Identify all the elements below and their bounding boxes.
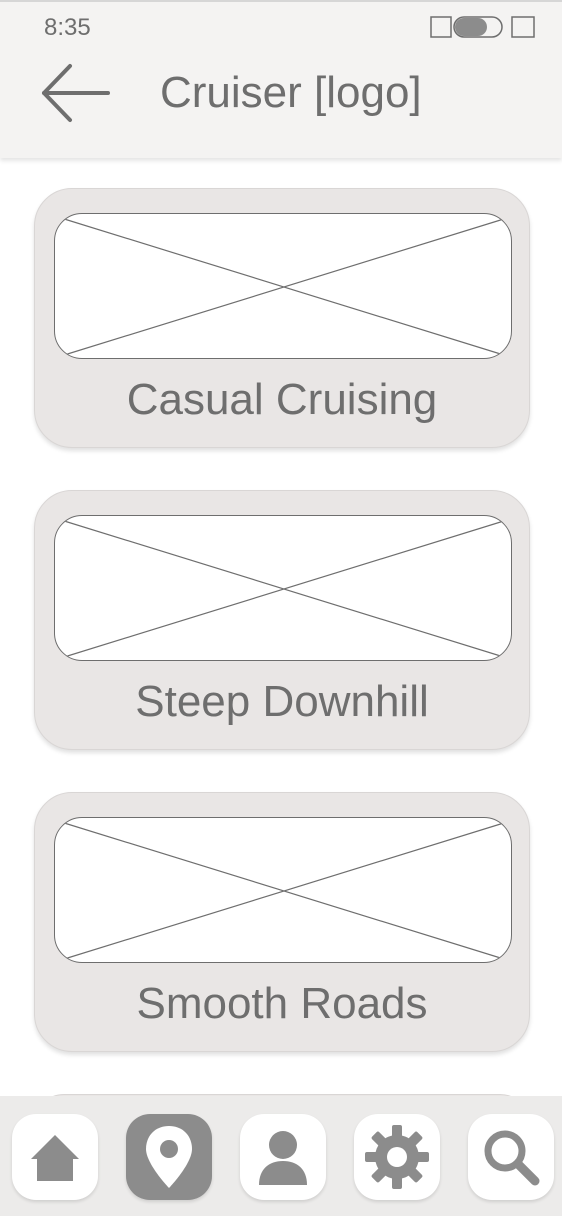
status-icons [430,16,536,38]
nav-home-button[interactable] [12,1114,98,1200]
bottom-nav [0,1096,562,1216]
card-label: Smooth Roads [136,979,428,1028]
image-placeholder [54,213,512,359]
status-time: 8:35 [44,14,91,41]
nav-settings-button[interactable] [354,1114,440,1200]
status-indicators-icon [430,16,535,38]
card-smooth-roads[interactable]: Smooth Roads [34,792,530,1052]
search-icon [484,1130,540,1186]
image-placeholder-icon [60,821,508,961]
app-title: Cruiser [logo] [160,68,422,117]
nav-map-button[interactable] [126,1114,212,1200]
top-app-bar: 8:35 Cruiser [logo] [0,0,562,158]
nav-profile-button[interactable] [240,1114,326,1200]
image-placeholder-icon [60,217,508,357]
image-placeholder [54,515,512,661]
settings-gear-icon [365,1125,429,1189]
home-icon [31,1135,79,1181]
card-casual-cruising[interactable]: Casual Cruising [34,188,530,448]
card-steep-downhill[interactable]: Steep Downhill [34,490,530,750]
profile-icon [259,1131,307,1185]
arrow-left-icon [42,64,110,122]
card-label: Steep Downhill [135,677,429,726]
ride-type-list[interactable]: Casual Cruising Steep Downhill Smooth Ro… [0,156,562,1096]
card-label: Casual Cruising [126,375,438,424]
image-placeholder [54,817,512,963]
map-pin-icon [146,1126,192,1188]
image-placeholder-icon [60,519,508,659]
back-button[interactable] [38,60,114,126]
nav-search-button[interactable] [468,1114,554,1200]
